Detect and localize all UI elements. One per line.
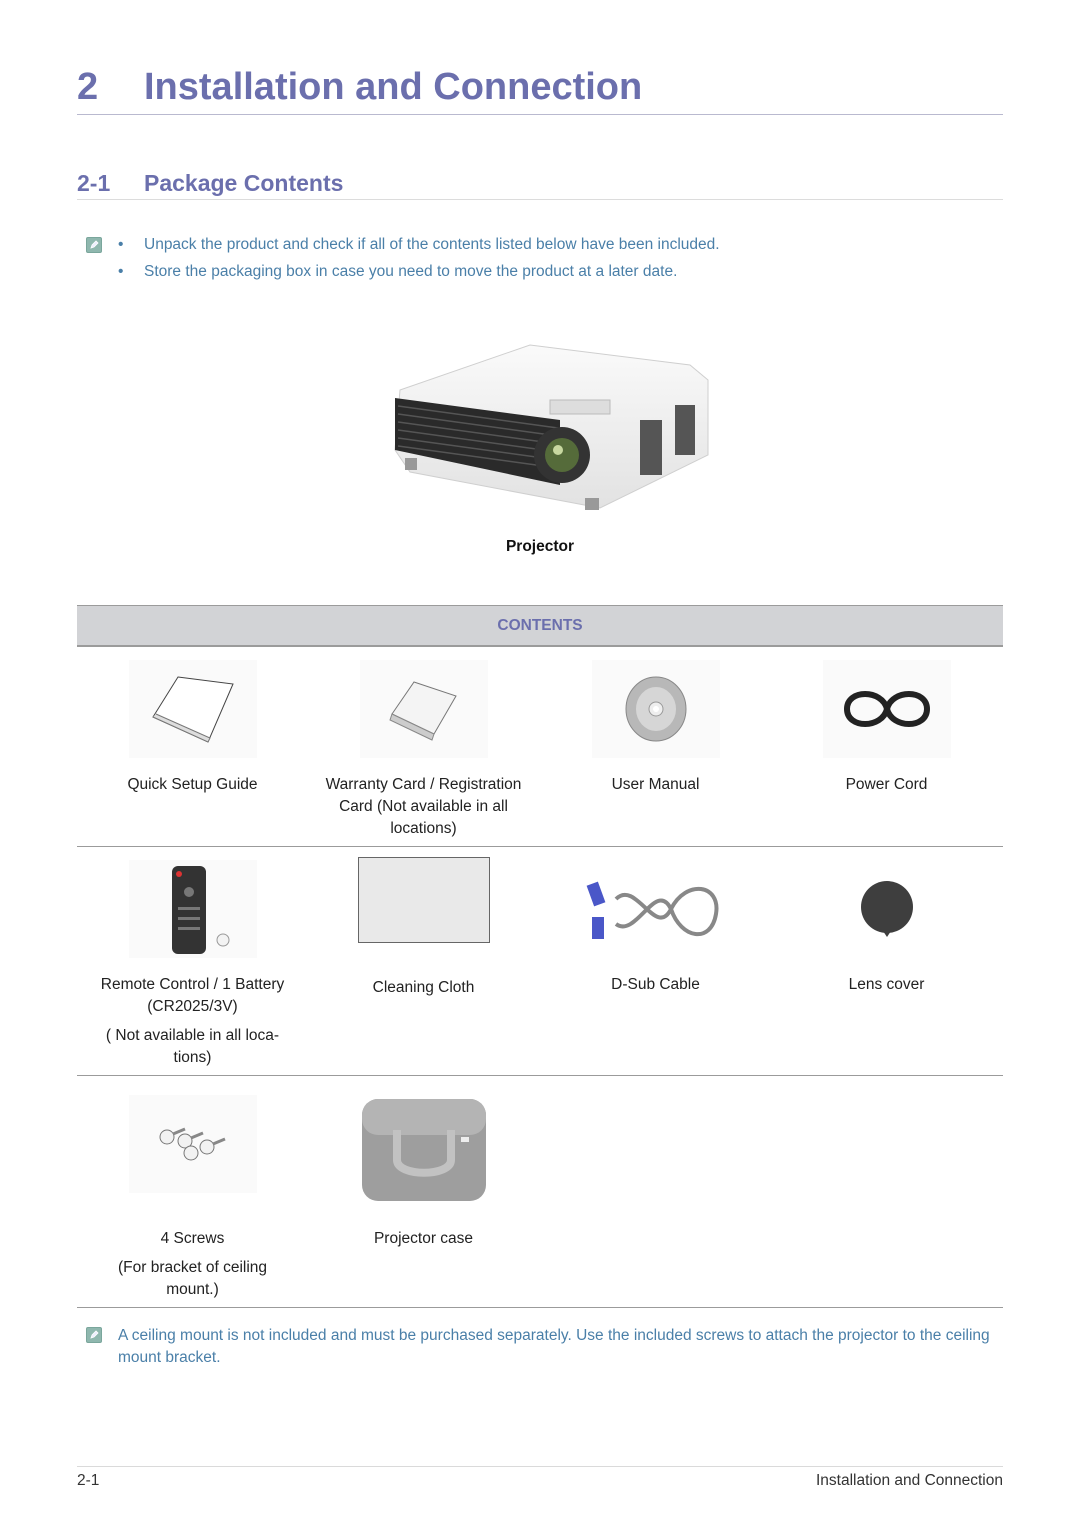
bottom-note-text: A ceiling mount is not included and must… xyxy=(118,1327,990,1366)
lens-cover-image xyxy=(822,860,951,958)
dsub-cable-image xyxy=(585,860,726,958)
row-divider xyxy=(77,1075,1003,1076)
footer-page-number: 2-1 xyxy=(77,1472,100,1489)
content-item: Remote Control / 1 Battery (CR2025/3V) (… xyxy=(77,860,308,1069)
case-image xyxy=(358,1095,489,1205)
note-pencil-icon xyxy=(86,237,102,253)
content-item: User Manual xyxy=(540,660,771,796)
chapter-heading: 2 Installation and Connection xyxy=(77,64,1003,115)
cloth-image xyxy=(357,857,490,943)
section-heading: 2-1 Package Contents xyxy=(77,168,1003,200)
power-cord-image xyxy=(822,660,951,758)
item-sublabel: ( Not available in all loca-tions) xyxy=(105,1027,280,1066)
content-item: 4 Screws (For bracket of ceiling mount.) xyxy=(77,1095,308,1301)
item-label: Lens cover xyxy=(848,976,925,993)
note-pencil-icon xyxy=(86,1327,102,1343)
note-text: Unpack the product and check if all of t… xyxy=(144,236,720,253)
chapter-title: Installation and Connection xyxy=(144,66,643,108)
content-item: Lens cover xyxy=(771,860,1002,996)
card-image xyxy=(359,660,488,758)
item-label: User Manual xyxy=(611,776,700,793)
footer-divider xyxy=(77,1466,1003,1467)
item-label: Power Cord xyxy=(845,776,928,793)
footer-chapter-title: Installation and Connection xyxy=(816,1472,1003,1489)
row-divider xyxy=(77,1307,1003,1308)
cd-image xyxy=(591,660,720,758)
row-divider xyxy=(77,846,1003,847)
item-label: Remote Control / 1 Battery (CR2025/3V) xyxy=(100,976,285,1015)
item-label: D-Sub Cable xyxy=(611,976,700,993)
projector-label: Projector xyxy=(505,538,575,555)
item-label: Cleaning Cloth xyxy=(372,979,475,996)
content-item: D-Sub Cable xyxy=(540,860,771,996)
projector-image xyxy=(390,340,710,512)
remote-image xyxy=(128,860,257,958)
item-sublabel: (For bracket of ceiling mount.) xyxy=(117,1259,268,1298)
note-text: Store the packaging box in case you need… xyxy=(144,263,678,280)
section-title: Package Contents xyxy=(144,170,344,196)
item-label: Warranty Card / Registration Card (Not a… xyxy=(325,776,522,837)
chapter-number: 2 xyxy=(77,66,99,108)
content-item: Projector case xyxy=(308,1095,539,1250)
content-item: Power Cord xyxy=(771,660,1002,796)
booklet-image xyxy=(128,660,257,758)
section-number: 2-1 xyxy=(77,170,111,196)
item-label: Projector case xyxy=(373,1230,474,1247)
content-item: Cleaning Cloth xyxy=(308,855,539,999)
item-label: Quick Setup Guide xyxy=(127,776,258,793)
content-item: Quick Setup Guide xyxy=(77,660,308,796)
content-item: Warranty Card / Registration Card (Not a… xyxy=(308,660,539,840)
note-bullet: • Unpack the product and check if all of… xyxy=(118,236,720,253)
screws-image xyxy=(128,1095,257,1193)
note-bullet: • Store the packaging box in case you ne… xyxy=(118,263,678,280)
contents-header: CONTENTS xyxy=(77,605,1003,647)
contents-header-label: CONTENTS xyxy=(497,616,583,634)
item-label: 4 Screws xyxy=(160,1230,225,1247)
